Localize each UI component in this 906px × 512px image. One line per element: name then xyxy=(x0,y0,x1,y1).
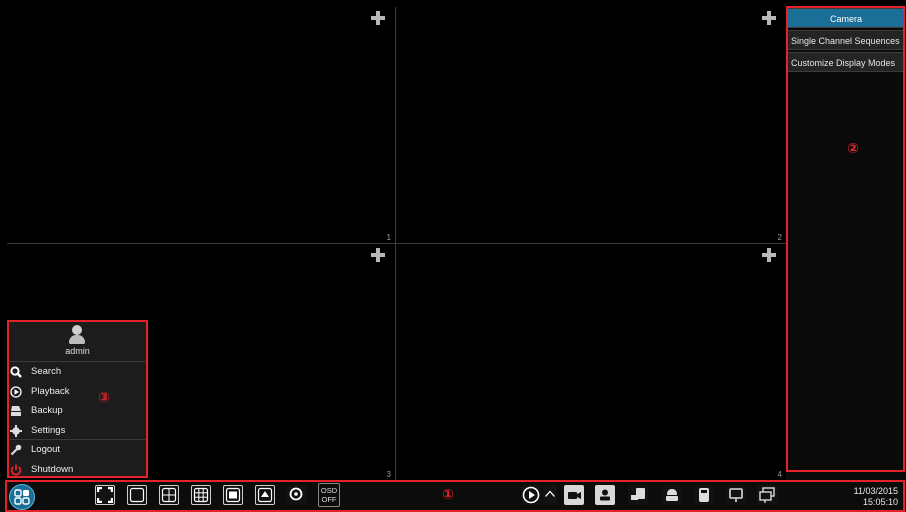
alarm-button[interactable] xyxy=(628,485,648,505)
play-icon xyxy=(10,385,22,398)
tab-camera[interactable]: Camera xyxy=(787,8,905,28)
menu-item-playback[interactable]: Playback xyxy=(8,382,147,402)
menu-item-label: Settings xyxy=(31,424,66,436)
user-info: admin xyxy=(8,321,147,362)
key-icon xyxy=(10,445,22,456)
display-output-button[interactable] xyxy=(757,485,777,505)
play-circle-icon xyxy=(522,486,540,504)
record-button[interactable] xyxy=(564,485,584,505)
fullscreen-button[interactable] xyxy=(95,485,115,505)
menu-item-label: Backup xyxy=(31,405,63,417)
cell-number: 2 xyxy=(777,233,782,242)
cell-number: 1 xyxy=(386,233,391,242)
add-camera-icon[interactable] xyxy=(371,248,385,262)
disk-button[interactable] xyxy=(662,485,682,505)
sequence-button[interactable] xyxy=(287,485,307,505)
system-clock: 11/03/2015 15:05:10 xyxy=(854,486,898,508)
menu-item-logout[interactable]: Logout xyxy=(8,440,147,460)
menu-item-label: Playback xyxy=(31,385,70,397)
layout-1-button[interactable] xyxy=(127,485,147,505)
sequence-icon xyxy=(289,487,303,501)
avatar-icon xyxy=(72,325,82,335)
custom-layout-button[interactable] xyxy=(255,485,275,505)
chevron-up-icon xyxy=(545,490,555,497)
menu-item-label: Logout xyxy=(31,444,61,456)
side-panel: Camera Single Channel Sequences Customiz… xyxy=(786,7,906,480)
cell-number: 4 xyxy=(777,470,782,479)
video-camera-icon xyxy=(568,492,581,499)
osd-toggle-button[interactable]: OSD OFF xyxy=(318,483,340,507)
snapshot-button[interactable] xyxy=(595,485,615,505)
custom-layout-icon xyxy=(257,487,273,503)
disk-icon xyxy=(666,489,678,501)
annotation-marker-3: ③ xyxy=(98,389,110,405)
instant-playback-button[interactable] xyxy=(521,485,541,505)
monitor-icon xyxy=(759,487,775,503)
bottom-toolbar: OSD OFF ① 11/03/2015 15:05:10 xyxy=(0,480,906,512)
gear-icon xyxy=(10,424,22,437)
usb-disk-icon xyxy=(699,488,709,502)
expand-button[interactable] xyxy=(543,485,557,505)
osd-label: OSD xyxy=(320,486,338,495)
menu-item-shutdown[interactable]: Shutdown xyxy=(8,460,147,480)
layout-4-icon xyxy=(161,487,177,503)
menu-item-backup[interactable]: Backup xyxy=(8,401,147,421)
camera-cell-1[interactable]: 1 xyxy=(7,7,395,243)
menu-item-settings[interactable]: Settings xyxy=(8,421,147,441)
username: admin xyxy=(65,346,90,356)
avatar-body xyxy=(69,335,85,344)
fullscreen-icon xyxy=(97,487,113,503)
start-menu-button[interactable] xyxy=(9,484,35,510)
clock-time: 15:05:10 xyxy=(862,497,898,507)
menu-item-label: Shutdown xyxy=(31,463,74,475)
layout-1-icon xyxy=(129,487,145,503)
layout-16-button[interactable] xyxy=(223,485,243,505)
network-button[interactable] xyxy=(726,485,746,505)
annotation-marker-1: ① xyxy=(442,486,454,502)
add-camera-icon[interactable] xyxy=(762,248,776,262)
layout-16-icon xyxy=(225,487,241,503)
tab-single-channel-sequences[interactable]: Single Channel Sequences xyxy=(787,30,905,50)
layout-9-button[interactable] xyxy=(191,485,211,505)
grid-divider xyxy=(7,243,786,244)
camera-cell-4[interactable]: 4 xyxy=(396,244,786,480)
add-camera-icon[interactable] xyxy=(371,11,385,25)
start-menu: admin Search Playback Backup Settings Lo… xyxy=(8,321,147,477)
tab-customize-display-modes[interactable]: Customize Display Modes xyxy=(787,52,905,72)
power-icon xyxy=(10,464,22,476)
person-snapshot-icon xyxy=(600,489,610,501)
network-icon xyxy=(729,488,743,502)
backup-status-button[interactable] xyxy=(694,485,714,505)
grid-menu-icon xyxy=(14,489,30,505)
search-icon xyxy=(10,366,22,378)
osd-state: OFF xyxy=(321,495,337,504)
menu-item-search[interactable]: Search xyxy=(8,362,147,382)
layout-4-button[interactable] xyxy=(159,485,179,505)
cell-number: 3 xyxy=(386,470,391,479)
backup-icon xyxy=(11,406,21,417)
alarm-out-icon xyxy=(631,488,645,500)
menu-item-label: Search xyxy=(31,366,62,377)
clock-date: 11/03/2015 xyxy=(853,486,898,496)
add-camera-icon[interactable] xyxy=(762,11,776,25)
camera-cell-2[interactable]: 2 xyxy=(396,7,786,243)
layout-9-icon xyxy=(193,487,209,503)
annotation-marker-2: ② xyxy=(847,140,859,156)
